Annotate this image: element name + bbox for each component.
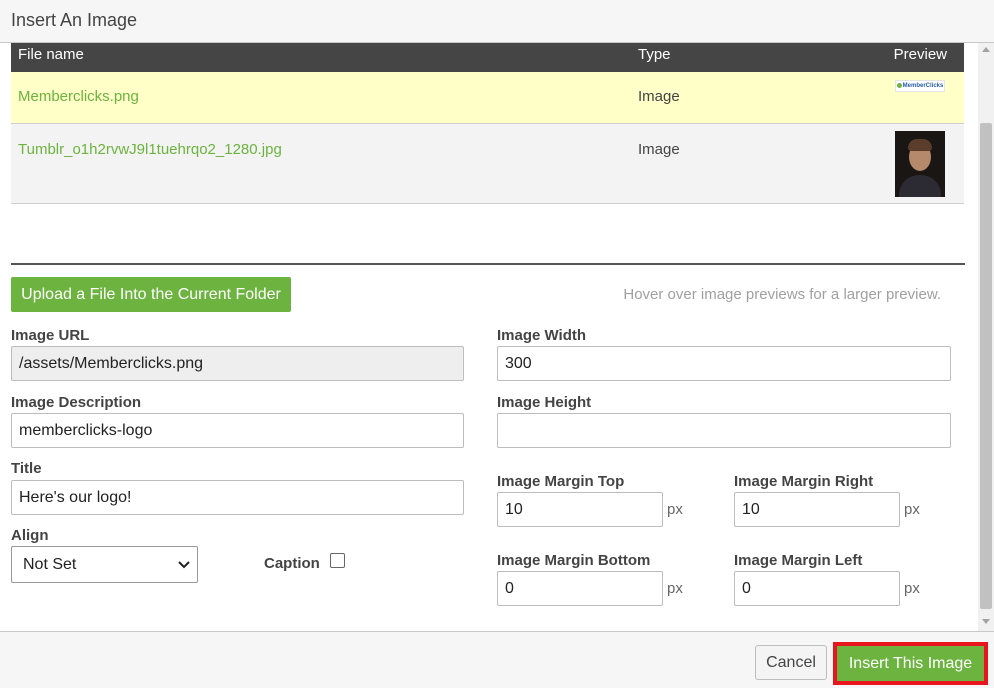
upload-file-button[interactable]: Upload a File Into the Current Folder (11, 277, 291, 312)
margin-bottom-field[interactable] (497, 571, 663, 606)
insert-image-button[interactable]: Insert This Image (837, 646, 984, 681)
margin-right-unit: px (904, 501, 920, 518)
insert-button-highlight: Insert This Image (833, 642, 988, 685)
file-name-link[interactable]: Tumblr_o1h2rvwJ9l1tuehrqo2_1280.jpg (18, 141, 282, 158)
memberclicks-logo-thumbnail[interactable]: MemberClicks (895, 80, 945, 92)
dialog-header: Insert An Image (0, 0, 994, 43)
thumbnail-logo-text: MemberClicks (902, 83, 944, 89)
margin-top-label: Image Margin Top (497, 473, 625, 490)
dialog-body: File name Type Preview Memberclicks.png … (0, 43, 978, 631)
image-width-field[interactable] (497, 346, 951, 381)
column-header-type[interactable]: Type (638, 46, 671, 63)
preview-hint-text: Hover over image previews for a larger p… (623, 286, 941, 303)
file-type: Image (638, 88, 680, 105)
image-height-label: Image Height (497, 394, 592, 411)
margin-right-label: Image Margin Right (734, 473, 874, 490)
margin-top-field[interactable] (497, 492, 663, 527)
margin-left-unit: px (904, 580, 920, 597)
margin-bottom-unit: px (667, 580, 683, 597)
image-url-field[interactable] (11, 346, 464, 381)
title-field[interactable] (11, 480, 464, 515)
scroll-up-arrow-icon[interactable] (982, 47, 990, 52)
caption-label: Caption (264, 555, 320, 572)
margin-right-field[interactable] (734, 492, 900, 527)
margin-left-field[interactable] (734, 571, 900, 606)
file-name-link[interactable]: Memberclicks.png (18, 88, 139, 105)
margin-top-unit: px (667, 501, 683, 518)
chevron-down-icon (178, 561, 190, 569)
column-header-preview: Preview (893, 46, 947, 63)
image-description-field[interactable] (11, 413, 464, 448)
scrollbar-thumb[interactable] (980, 123, 992, 609)
column-header-file-name[interactable]: File name (18, 46, 84, 63)
align-selected-value: Not Set (23, 556, 77, 573)
margin-left-label: Image Margin Left (734, 552, 863, 569)
vertical-scrollbar[interactable] (978, 43, 994, 631)
file-table-header: File name Type Preview (11, 43, 964, 72)
dialog-footer: Cancel Insert This Image (0, 631, 994, 688)
section-divider (11, 263, 965, 265)
align-select[interactable]: Not Set (11, 546, 198, 583)
image-height-field[interactable] (497, 413, 951, 448)
file-type: Image (638, 141, 680, 158)
file-row[interactable]: Tumblr_o1h2rvwJ9l1tuehrqo2_1280.jpg Imag… (11, 124, 964, 204)
align-label: Align (11, 527, 49, 544)
scroll-down-arrow-icon[interactable] (982, 619, 990, 624)
margin-bottom-label: Image Margin Bottom (497, 552, 651, 569)
portrait-photo-thumbnail[interactable] (895, 131, 945, 197)
file-row-selected[interactable]: Memberclicks.png Image MemberClicks (11, 72, 964, 124)
caption-checkbox[interactable] (330, 553, 345, 568)
image-url-label: Image URL (11, 327, 90, 344)
dialog-title: Insert An Image (11, 10, 138, 30)
image-width-label: Image Width (497, 327, 587, 344)
title-label: Title (11, 460, 42, 477)
cancel-button[interactable]: Cancel (755, 645, 827, 680)
image-description-label: Image Description (11, 394, 142, 411)
